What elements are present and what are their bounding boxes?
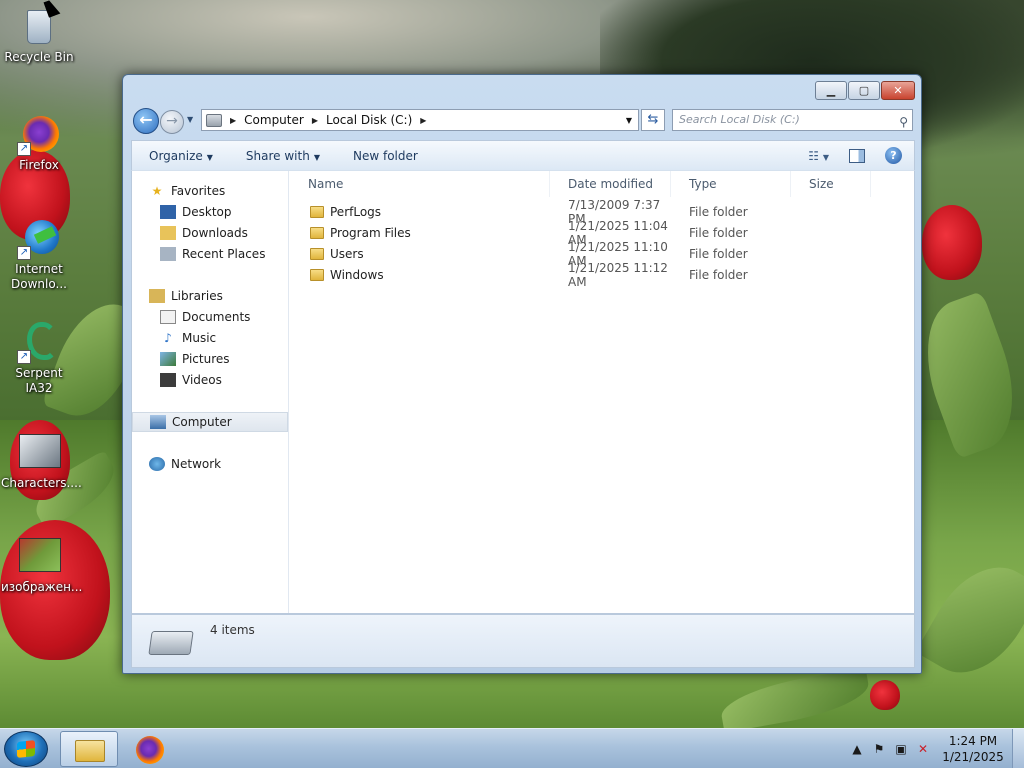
nav-favorites[interactable]: ★ Favorites <box>132 181 288 201</box>
serpent-icon: ↗ <box>17 320 61 364</box>
documents-icon <box>160 310 176 324</box>
desktop-icon-characters[interactable]: Characters.... <box>1 430 82 491</box>
show-hidden-icons-button[interactable]: ▲ <box>850 742 864 756</box>
column-name[interactable]: Name <box>290 171 550 197</box>
address-dropdown-icon[interactable]: ▼ <box>626 116 632 125</box>
image-thumbnail-icon <box>17 534 61 578</box>
share-with-button[interactable]: Share with ▼ <box>229 149 336 163</box>
search-icon[interactable]: ⚲ <box>899 112 908 132</box>
music-icon: ♪ <box>164 331 172 345</box>
desktop-icon-serpent[interactable]: ↗ Serpent IA32 <box>1 320 77 396</box>
help-button[interactable]: ? <box>885 147 902 164</box>
breadcrumb-chevron-icon[interactable]: ▶ <box>230 116 236 125</box>
taskbar-explorer-button[interactable] <box>60 731 118 767</box>
column-date-modified[interactable]: Date modified <box>550 171 671 197</box>
videos-icon <box>160 373 176 387</box>
search-placeholder: Search Local Disk (C:) <box>679 113 800 126</box>
breadcrumb-chevron-icon[interactable]: ▶ <box>420 116 426 125</box>
firefox-icon: ↗ <box>17 112 61 156</box>
desktop-icon-image[interactable]: изображен... <box>1 534 82 595</box>
breadcrumb-computer[interactable]: Computer <box>244 113 304 127</box>
content-area: ★ Favorites Desktop Downloads Recent Plac… <box>131 170 915 614</box>
desktop-icon-internet-download-manager[interactable]: ↗ Internet Downlo... <box>1 216 77 292</box>
folder-icon <box>310 226 324 239</box>
forward-button[interactable]: → <box>160 110 184 134</box>
navigation-pane: ★ Favorites Desktop Downloads Recent Plac… <box>132 171 289 613</box>
organize-button[interactable]: Organize ▼ <box>132 149 229 163</box>
desktop-icon <box>160 205 176 219</box>
file-row-windows[interactable]: Windows 1/21/2025 11:12 AM File folder <box>290 261 914 289</box>
back-button[interactable]: ← <box>133 108 159 134</box>
shortcut-arrow-icon: ↗ <box>17 142 31 156</box>
column-size[interactable]: Size <box>791 171 871 197</box>
drive-icon <box>148 631 194 655</box>
search-input[interactable]: Search Local Disk (C:) ⚲ <box>672 109 913 131</box>
nav-libraries[interactable]: Libraries <box>132 286 288 306</box>
show-desktop-button[interactable] <box>1012 729 1024 768</box>
recent-pages-dropdown[interactable]: ▼ <box>187 115 193 124</box>
downloads-folder-icon <box>160 226 176 240</box>
explorer-window[interactable]: ▁ ▢ ✕ ← → ▼ ▶ Computer ▶ Local Disk (C:)… <box>122 74 922 674</box>
chevron-down-icon: ▼ <box>313 152 320 162</box>
nav-downloads[interactable]: Downloads <box>132 223 288 243</box>
preview-pane-button[interactable] <box>849 148 865 163</box>
network-icon <box>149 457 165 471</box>
taskbar-firefox-button[interactable] <box>122 731 180 767</box>
system-tray: ▲ ⚑ ▣ ✕ 1:24 PM 1/21/2025 <box>846 729 1024 768</box>
computer-icon <box>206 113 222 127</box>
globe-download-icon: ↗ <box>17 216 61 260</box>
nav-pictures[interactable]: Pictures <box>132 349 288 369</box>
column-type[interactable]: Type <box>671 171 791 197</box>
address-bar[interactable]: ▶ Computer ▶ Local Disk (C:) ▶ ▼ <box>201 109 639 131</box>
nav-documents[interactable]: Documents <box>132 307 288 327</box>
nav-computer[interactable]: Computer <box>132 412 288 432</box>
pictures-icon <box>160 352 176 366</box>
maximize-button[interactable]: ▢ <box>848 81 880 100</box>
windows-logo-icon <box>17 740 35 758</box>
recent-places-icon <box>160 247 176 261</box>
command-bar: Organize ▼ Share with ▼ New folder ☷ ▼ ? <box>131 140 915 170</box>
nav-music[interactable]: ♪ Music <box>132 328 288 348</box>
nav-desktop[interactable]: Desktop <box>132 202 288 222</box>
change-view-button[interactable]: ☷ ▼ <box>808 149 829 163</box>
computer-icon <box>150 415 166 429</box>
folder-icon <box>310 247 324 260</box>
firefox-icon <box>136 736 164 764</box>
caption-buttons: ▁ ▢ ✕ <box>815 81 915 100</box>
new-folder-button[interactable]: New folder <box>336 149 434 163</box>
folder-icon <box>310 268 324 281</box>
minimize-button[interactable]: ▁ <box>815 81 847 100</box>
file-list: PerfLogs 7/13/2009 7:37 PM File folder P… <box>290 198 914 289</box>
chevron-down-icon: ▼ <box>206 152 213 162</box>
libraries-icon <box>149 289 165 303</box>
image-thumbnail-icon <box>17 430 61 474</box>
column-headers: Name Date modified Type Size <box>290 171 914 197</box>
details-pane: 4 items <box>131 614 915 668</box>
star-icon: ★ <box>151 184 163 198</box>
start-button[interactable] <box>4 731 48 767</box>
breadcrumb-chevron-icon[interactable]: ▶ <box>312 116 318 125</box>
folder-icon <box>75 740 105 762</box>
close-button[interactable]: ✕ <box>881 81 915 100</box>
nav-recent-places[interactable]: Recent Places <box>132 244 288 264</box>
nav-videos[interactable]: Videos <box>132 370 288 390</box>
address-row: ← → ▼ ▶ Computer ▶ Local Disk (C:) ▶ ▼ ⇆… <box>131 107 915 135</box>
desktop-icon-firefox[interactable]: ↗ Firefox <box>1 112 77 173</box>
network-tray-icon[interactable]: ▣ <box>894 742 908 756</box>
volume-muted-icon[interactable]: ✕ <box>916 742 930 756</box>
shortcut-arrow-icon: ↗ <box>17 350 31 364</box>
shortcut-arrow-icon: ↗ <box>17 246 31 260</box>
taskbar: ▲ ⚑ ▣ ✕ 1:24 PM 1/21/2025 <box>0 728 1024 768</box>
item-count: 4 items <box>210 623 255 637</box>
folder-icon <box>310 205 324 218</box>
nav-network[interactable]: Network <box>132 454 288 474</box>
refresh-button[interactable]: ⇆ <box>641 109 665 131</box>
action-center-flag-icon[interactable]: ⚑ <box>872 742 886 756</box>
clock[interactable]: 1:24 PM 1/21/2025 <box>934 733 1012 765</box>
desktop-icon-recycle-bin[interactable]: Recycle Bin <box>1 4 77 65</box>
breadcrumb-local-disk[interactable]: Local Disk (C:) <box>326 113 412 127</box>
